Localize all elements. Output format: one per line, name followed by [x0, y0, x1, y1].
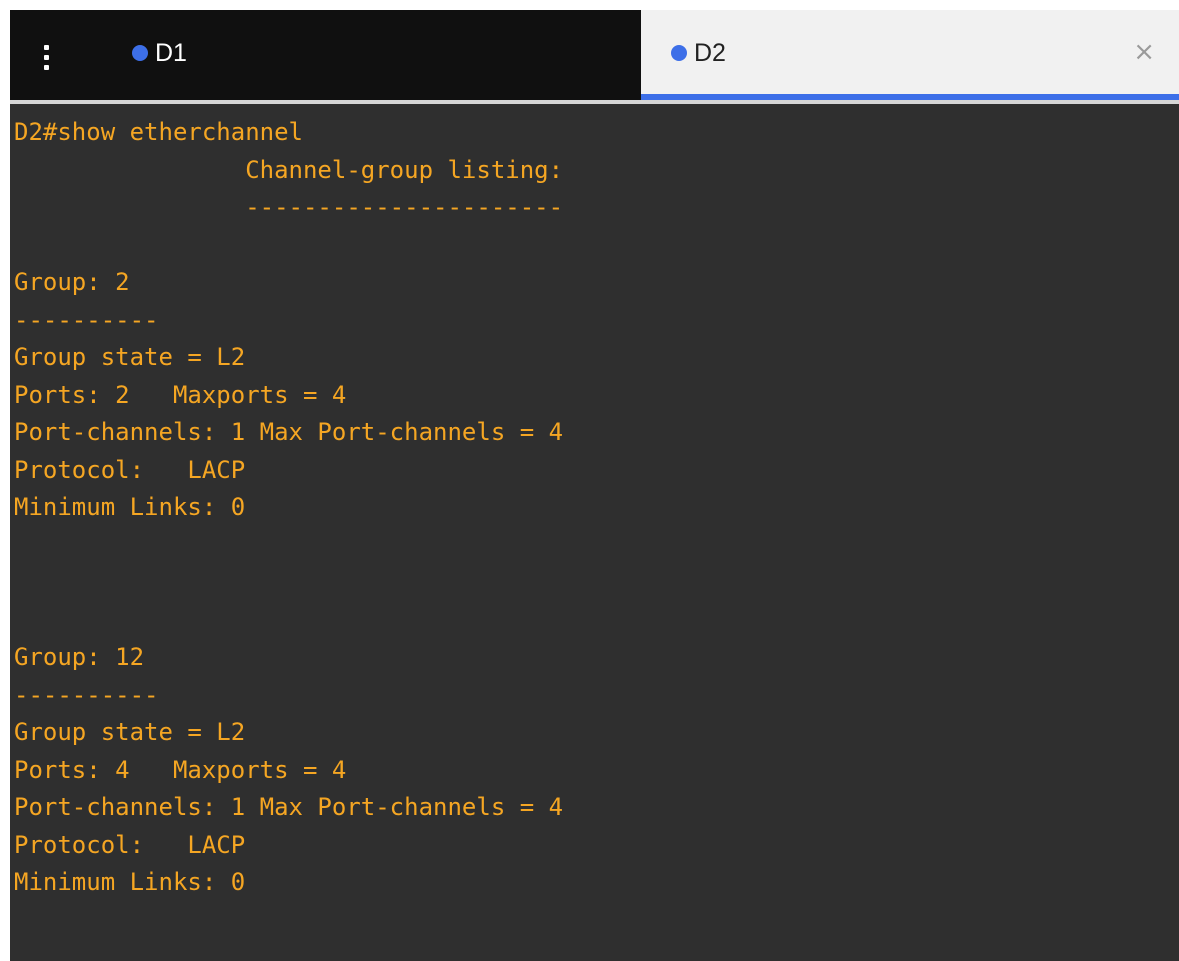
- terminal-line: Port-channels: 1 Max Port-channels = 4: [14, 793, 564, 821]
- terminal-line: Ports: 2 Maxports = 4: [14, 380, 347, 409]
- tab-d1-status-dot-icon: [132, 45, 148, 61]
- terminal-line: ----------: [14, 680, 159, 709]
- terminal-text: D2#show etherchannel Channel-group listi…: [10, 104, 1179, 902]
- close-icon[interactable]: ×: [1133, 37, 1155, 67]
- terminal-line: Channel-group listing:: [14, 155, 564, 184]
- tab-d2-status-dot-icon: [671, 45, 687, 61]
- terminal-line: Ports: 4 Maxports = 4: [14, 755, 347, 784]
- terminal-line: Group: 2: [14, 268, 130, 296]
- terminal-line: Group state = L2: [14, 718, 246, 746]
- terminal-line: Minimum Links: 0: [14, 868, 246, 896]
- menu-button[interactable]: [10, 10, 80, 100]
- tab-d2[interactable]: D2 ×: [641, 10, 1179, 100]
- terminal-app: D1 D2 × D2#show etherchannel Channel-gro…: [0, 0, 1179, 961]
- terminal-line: Protocol: LACP: [14, 830, 246, 859]
- terminal-line: ----------------------: [14, 193, 564, 221]
- tab-d1[interactable]: D1: [80, 10, 641, 100]
- terminal-line: Protocol: LACP: [14, 455, 246, 484]
- terminal-line: Group state = L2: [14, 343, 246, 371]
- terminal-line: Group: 12: [14, 643, 145, 671]
- terminal-line: Port-channels: 1 Max Port-channels = 4: [14, 418, 564, 446]
- tab-bar: D1 D2 ×: [10, 10, 1179, 100]
- tab-d1-label: D1: [155, 38, 187, 67]
- terminal-line: ----------: [14, 305, 159, 334]
- terminal-line: Minimum Links: 0: [14, 493, 246, 521]
- tab-d2-label: D2: [694, 38, 726, 67]
- terminal-line: D2#show etherchannel: [14, 118, 303, 146]
- terminal-output[interactable]: D2#show etherchannel Channel-group listi…: [10, 104, 1179, 961]
- vertical-ellipsis-icon: [44, 45, 50, 71]
